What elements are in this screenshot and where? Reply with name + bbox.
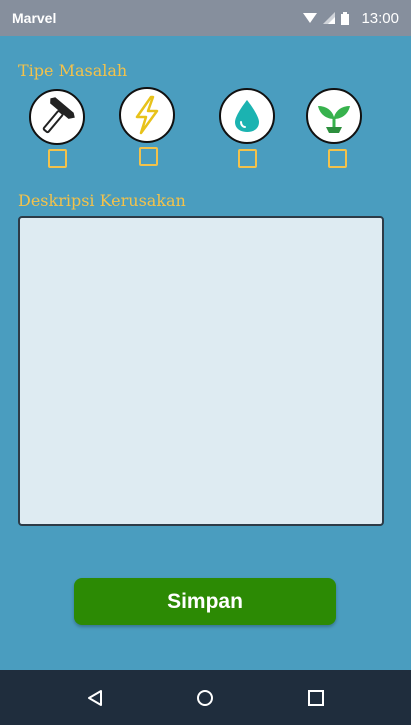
lightning-icon [135, 95, 159, 135]
water-drop-icon [235, 100, 259, 132]
status-icons: 13:00 [303, 10, 399, 27]
recents-icon [307, 689, 324, 706]
back-icon [88, 689, 103, 706]
description-textarea[interactable] [18, 216, 384, 526]
back-button[interactable] [75, 678, 115, 718]
wifi-icon [303, 13, 318, 23]
clock: 13:00 [361, 9, 399, 27]
option-plant[interactable] [306, 88, 362, 144]
checkbox-plant[interactable] [328, 149, 347, 168]
save-button[interactable]: Simpan [74, 578, 336, 625]
hammer-icon [42, 97, 75, 134]
plant-icon [318, 106, 350, 133]
description-label: Deskripsi Kerusakan [18, 191, 186, 210]
problem-type-label: Tipe Masalah [18, 61, 128, 80]
option-hammer[interactable] [29, 89, 85, 145]
home-icon [197, 689, 214, 706]
option-water[interactable] [219, 88, 275, 144]
checkbox-hammer[interactable] [48, 149, 67, 168]
recents-button[interactable] [296, 678, 336, 718]
signal-icon [323, 12, 336, 24]
battery-icon [341, 11, 350, 25]
status-bar: Marvel 13:00 [0, 0, 411, 36]
checkbox-water[interactable] [238, 149, 257, 168]
checkbox-lightning[interactable] [139, 147, 158, 166]
nav-bar [0, 670, 411, 725]
option-lightning[interactable] [119, 87, 175, 143]
carrier-label: Marvel [12, 10, 57, 26]
home-button[interactable] [185, 678, 225, 718]
